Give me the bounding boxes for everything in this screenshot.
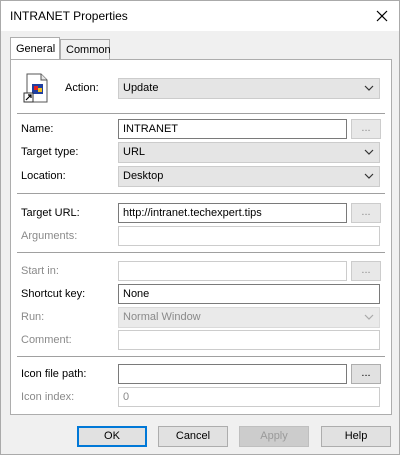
shortcut-file-icon xyxy=(23,73,48,103)
shortcut-key-input[interactable]: None xyxy=(118,284,380,304)
comment-input[interactable] xyxy=(118,330,380,350)
tab-common-label: Common xyxy=(66,44,111,56)
icon-index-label: Icon index: xyxy=(21,391,75,403)
arguments-input[interactable] xyxy=(118,226,380,246)
run-label: Run: xyxy=(21,311,45,323)
chevron-down-icon xyxy=(364,149,374,155)
comment-label: Comment: xyxy=(21,334,72,346)
shortcut-key-value: None xyxy=(123,288,150,300)
cancel-button[interactable]: Cancel xyxy=(158,426,228,447)
icon-index-value: 0 xyxy=(123,391,130,403)
action-value: Update xyxy=(123,82,159,94)
run-select: Normal Window xyxy=(118,307,380,328)
separator xyxy=(17,193,385,194)
action-select[interactable]: Update xyxy=(118,78,380,99)
help-button[interactable]: Help xyxy=(321,426,391,447)
target-url-value: http://intranet.techexpert.tips xyxy=(123,207,262,219)
tab-general-label: General xyxy=(16,43,56,55)
start-in-input[interactable] xyxy=(118,261,347,281)
target-type-value: URL xyxy=(123,146,146,158)
icon-file-path-label: Icon file path: xyxy=(21,368,87,380)
target-type-label: Target type: xyxy=(21,146,79,158)
name-input[interactable]: INTRANET xyxy=(118,119,347,139)
location-select[interactable]: Desktop xyxy=(118,166,380,187)
close-icon xyxy=(376,10,388,22)
icon-file-path-browse-button[interactable]: ... xyxy=(351,364,381,384)
separator xyxy=(17,252,385,253)
ok-button[interactable]: OK xyxy=(77,426,147,447)
title-bar: INTRANET Properties xyxy=(1,1,399,31)
properties-dialog: INTRANET Properties General Common Actio… xyxy=(0,0,400,455)
general-tab-panel: Action: Update Name: INTRANET ... Target… xyxy=(10,59,392,415)
apply-button: Apply xyxy=(239,426,309,447)
target-url-label: Target URL: xyxy=(21,207,80,219)
location-label: Location: xyxy=(21,170,66,182)
chevron-down-icon xyxy=(364,314,374,320)
target-url-input[interactable]: http://intranet.techexpert.tips xyxy=(118,203,347,223)
action-label: Action: xyxy=(65,82,99,94)
icon-index-input[interactable]: 0 xyxy=(118,387,380,407)
window-title: INTRANET Properties xyxy=(10,9,128,23)
location-value: Desktop xyxy=(123,170,164,182)
target-type-select[interactable]: URL xyxy=(118,142,380,163)
target-url-browse-button: ... xyxy=(351,203,381,223)
name-value: INTRANET xyxy=(123,123,178,135)
name-browse-button: ... xyxy=(351,119,381,139)
tab-general[interactable]: General xyxy=(10,37,60,59)
start-in-label: Start in: xyxy=(21,265,59,277)
shortcut-key-label: Shortcut key: xyxy=(21,288,86,300)
separator xyxy=(17,113,385,114)
chevron-down-icon xyxy=(364,173,374,179)
start-in-browse-button: ... xyxy=(351,261,381,281)
tab-common[interactable]: Common xyxy=(60,39,111,59)
arguments-label: Arguments: xyxy=(21,230,78,242)
run-value: Normal Window xyxy=(123,311,201,323)
name-label: Name: xyxy=(21,123,54,135)
icon-file-path-input[interactable] xyxy=(118,364,347,384)
close-button[interactable] xyxy=(371,5,393,27)
chevron-down-icon xyxy=(364,85,374,91)
separator xyxy=(17,356,385,357)
